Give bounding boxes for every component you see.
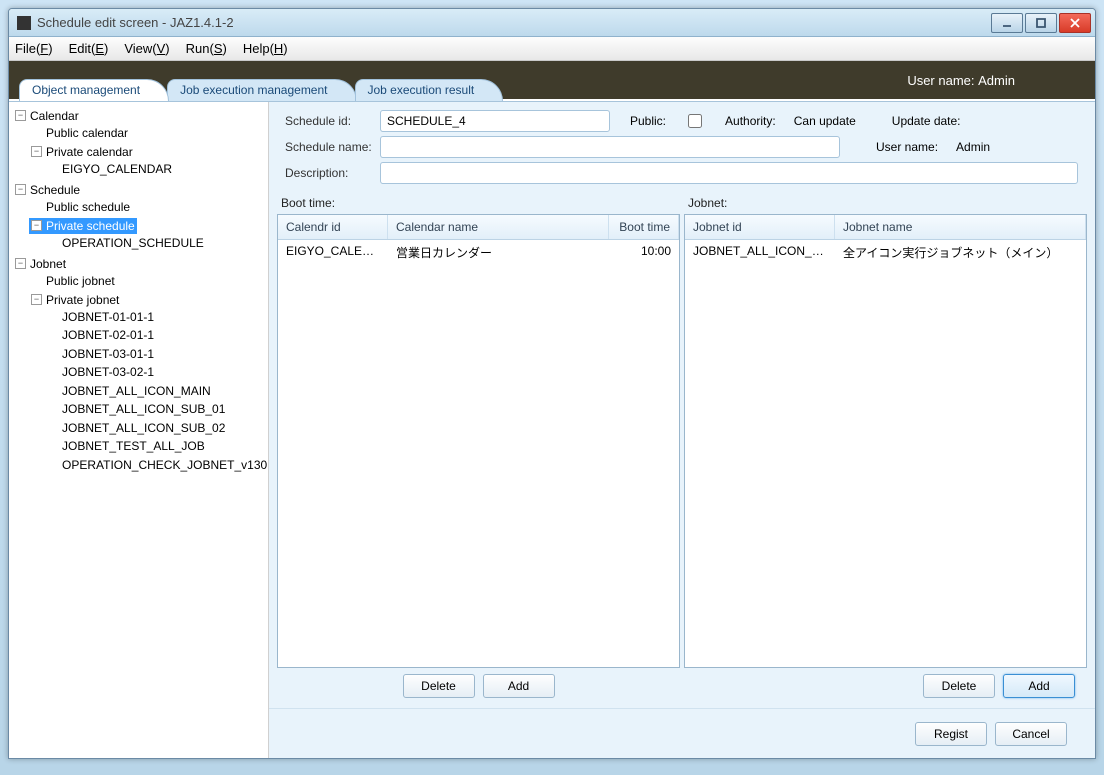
tree-eigyo-calendar[interactable]: EIGYO_CALENDAR: [45, 161, 174, 177]
jobnet-grid[interactable]: Jobnet id Jobnet name JOBNET_ALL_ICON_MA…: [684, 214, 1087, 668]
tree-panel[interactable]: −Calendar −Public calendar −Private cale…: [9, 102, 269, 758]
tab-row: Object management Job execution manageme…: [9, 79, 1095, 101]
tree-operation-schedule[interactable]: OPERATION_SCHEDULE: [45, 235, 206, 251]
label-schedule-name: Schedule name:: [285, 140, 380, 154]
tree-item[interactable]: JOBNET_ALL_ICON_SUB_02: [45, 420, 227, 436]
col-jobnet-name[interactable]: Jobnet name: [835, 215, 1086, 239]
label-schedule-id: Schedule id:: [285, 114, 380, 128]
cancel-button[interactable]: Cancel: [995, 722, 1067, 746]
tree-private-calendar[interactable]: −Private calendar: [29, 144, 135, 160]
table-row[interactable]: JOBNET_ALL_ICON_MAIN 全アイコン実行ジョブネット（メイン）: [685, 240, 1086, 265]
boot-time-column: Boot time: Calendr id Calendar name Boot…: [277, 190, 680, 708]
col-boot-time[interactable]: Boot time: [609, 215, 679, 239]
tree-item[interactable]: OPERATION_CHECK_JOBNET_v130: [45, 457, 269, 473]
footer: Regist Cancel: [269, 708, 1095, 758]
main-panel: Schedule id: Public: Authority: Can upda…: [269, 102, 1095, 758]
label-user-name: User name:: [876, 140, 938, 154]
label-description: Description:: [285, 166, 380, 180]
menu-help[interactable]: Help(H): [243, 41, 288, 56]
titlebar: Schedule edit screen - JAZ1.4.1-2: [9, 9, 1095, 37]
jobnet-add-button[interactable]: Add: [1003, 674, 1075, 698]
tree-item[interactable]: JOBNET_ALL_ICON_MAIN: [45, 383, 213, 399]
tree-public-calendar[interactable]: −Public calendar: [29, 125, 130, 141]
table-row[interactable]: EIGYO_CALENDAR 営業日カレンダー 10:00: [278, 240, 679, 265]
tree-item[interactable]: JOBNET-02-01-1: [45, 327, 156, 343]
menubar: File(F) Edit(E) View(V) Run(S) Help(H): [9, 37, 1095, 61]
menu-edit[interactable]: Edit(E): [69, 41, 109, 56]
tree-private-jobnet[interactable]: −Private jobnet: [29, 292, 121, 308]
menu-file[interactable]: File(F): [15, 41, 53, 56]
maximize-button[interactable]: [1025, 13, 1057, 33]
tables-area: Boot time: Calendr id Calendar name Boot…: [269, 190, 1095, 708]
tree-item[interactable]: JOBNET-01-01-1: [45, 309, 156, 325]
tab-object-management[interactable]: Object management: [19, 79, 169, 101]
description-input[interactable]: [380, 162, 1078, 184]
boot-time-title: Boot time:: [277, 190, 680, 214]
tree-public-jobnet[interactable]: Public jobnet: [29, 273, 117, 289]
value-authority: Can update: [794, 114, 856, 128]
form-area: Schedule id: Public: Authority: Can upda…: [269, 102, 1095, 190]
public-checkbox[interactable]: [688, 114, 702, 128]
tree-item[interactable]: JOBNET_TEST_ALL_JOB: [45, 438, 207, 454]
boot-time-grid[interactable]: Calendr id Calendar name Boot time EIGYO…: [277, 214, 680, 668]
schedule-name-input[interactable]: [380, 136, 840, 158]
menu-view[interactable]: View(V): [124, 41, 169, 56]
col-jobnet-id[interactable]: Jobnet id: [685, 215, 835, 239]
tab-job-execution-management[interactable]: Job execution management: [167, 79, 356, 101]
regist-button[interactable]: Regist: [915, 722, 987, 746]
tab-job-execution-result[interactable]: Job execution result: [355, 79, 504, 101]
col-calendar-name[interactable]: Calendar name: [388, 215, 609, 239]
tree-private-schedule[interactable]: −Private schedule: [29, 218, 137, 234]
jobnet-column: Jobnet: Jobnet id Jobnet name JOBNET_ALL…: [684, 190, 1087, 708]
tree-schedule[interactable]: −Schedule: [13, 182, 82, 198]
tree-calendar[interactable]: −Calendar: [13, 108, 81, 124]
window-title: Schedule edit screen - JAZ1.4.1-2: [37, 15, 991, 30]
value-user-name: Admin: [956, 140, 990, 154]
jobnet-delete-button[interactable]: Delete: [923, 674, 995, 698]
boot-delete-button[interactable]: Delete: [403, 674, 475, 698]
minimize-button[interactable]: [991, 13, 1023, 33]
app-icon: [17, 16, 31, 30]
app-window: Schedule edit screen - JAZ1.4.1-2 File(F…: [8, 8, 1096, 759]
label-authority: Authority:: [725, 114, 776, 128]
label-update-date: Update date:: [892, 114, 961, 128]
close-button[interactable]: [1059, 13, 1091, 33]
tree-item[interactable]: JOBNET_ALL_ICON_SUB_01: [45, 401, 227, 417]
schedule-id-input[interactable]: [380, 110, 610, 132]
menu-run[interactable]: Run(S): [186, 41, 227, 56]
tree-item[interactable]: JOBNET-03-01-1: [45, 346, 156, 362]
tree-item[interactable]: JOBNET-03-02-1: [45, 364, 156, 380]
col-calendar-id[interactable]: Calendr id: [278, 215, 388, 239]
label-public: Public:: [630, 114, 666, 128]
body: −Calendar −Public calendar −Private cale…: [9, 101, 1095, 758]
tree-jobnet[interactable]: −Jobnet: [13, 256, 68, 272]
tree-public-schedule[interactable]: Public schedule: [29, 199, 132, 215]
jobnet-title: Jobnet:: [684, 190, 1087, 214]
boot-add-button[interactable]: Add: [483, 674, 555, 698]
